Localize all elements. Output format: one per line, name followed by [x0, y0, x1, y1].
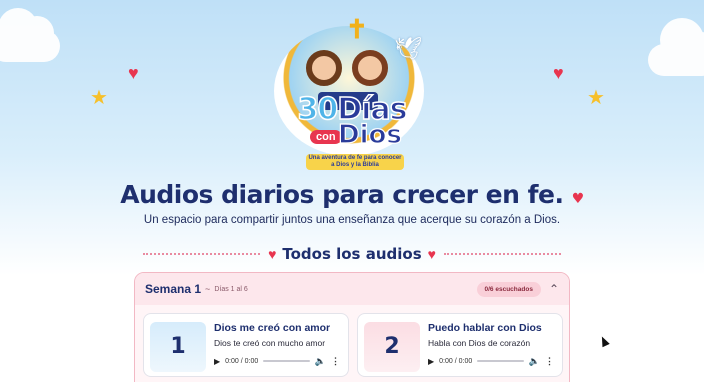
page-headline: Audios diarios para crecer en fe. ♥: [0, 180, 704, 209]
mouse-cursor: [598, 334, 610, 348]
week-panel: Semana 1 ~ Días 1 al 6 0/6 escuchados ⌃ …: [134, 272, 570, 382]
time-display: 0:00 / 0:00: [225, 357, 259, 365]
heart-icon: ♥: [427, 246, 436, 262]
play-icon[interactable]: ▶: [214, 357, 220, 366]
heart-icon: ♥: [268, 246, 277, 262]
day-number: 1: [170, 334, 186, 359]
logo-title-end: Dios: [337, 119, 402, 150]
play-icon[interactable]: ▶: [428, 357, 434, 366]
card-thumbnail: 1: [150, 322, 206, 372]
logo-number: 30: [297, 91, 339, 128]
cloud-left: [0, 8, 60, 62]
page-subtitle: Un espacio para compartir juntos una ens…: [143, 214, 561, 226]
divider: [143, 253, 261, 255]
heart-icon: ♥: [553, 63, 564, 83]
star-icon: ★: [587, 87, 605, 109]
seek-bar[interactable]: [263, 360, 310, 362]
logo-tagline: Una aventura de fe para conocer a Dios y…: [306, 154, 404, 170]
logo-connector: con: [310, 130, 342, 144]
section-title: Todos los audios: [282, 245, 422, 263]
more-icon[interactable]: ⋮: [331, 356, 340, 367]
more-icon[interactable]: ⋮: [545, 356, 554, 367]
section-header: ♥ Todos los audios ♥: [135, 243, 569, 265]
boy-illustration: [306, 50, 342, 86]
headline-text: Audios diarios para crecer en fe.: [120, 180, 564, 209]
audio-player[interactable]: ▶ 0:00 / 0:00 🔈 ⋮: [428, 352, 554, 370]
heart-icon: ♥: [128, 63, 139, 83]
cross-icon: ✝: [346, 14, 368, 44]
card-description: Dios te creó con mucho amor: [214, 338, 326, 348]
cloud-right: [648, 18, 704, 76]
week-days: Días 1 al 6: [214, 285, 248, 293]
chevron-up-icon[interactable]: ⌃: [549, 283, 559, 295]
week-separator: ~: [205, 284, 211, 294]
card-description: Habla con Dios de corazón: [428, 338, 531, 348]
day-number: 2: [384, 334, 400, 359]
card-title: Puedo hablar con Dios: [428, 322, 542, 334]
week-header[interactable]: Semana 1 ~ Días 1 al 6 0/6 escuchados ⌃: [135, 273, 569, 305]
seek-bar[interactable]: [477, 360, 524, 362]
audio-player[interactable]: ▶ 0:00 / 0:00 🔈 ⋮: [214, 352, 340, 370]
volume-icon[interactable]: 🔈: [315, 356, 326, 367]
app-logo: ✝ 🕊 30Días con Dios Una aventura de fe p…: [272, 12, 432, 172]
divider: [443, 253, 561, 255]
star-icon: ★: [90, 87, 108, 109]
progress-badge: 0/6 escuchados: [476, 281, 541, 297]
card-title: Dios me creó con amor: [214, 322, 331, 334]
audio-card[interactable]: 1 Dios me creó con amor Dios te creó con…: [143, 313, 349, 377]
audio-card[interactable]: 2 Puedo hablar con Dios Habla con Dios d…: [357, 313, 563, 377]
girl-illustration: [352, 50, 388, 86]
volume-icon[interactable]: 🔈: [529, 356, 540, 367]
time-display: 0:00 / 0:00: [439, 357, 473, 365]
heart-icon: ♥: [571, 191, 585, 207]
dove-icon: 🕊: [394, 36, 422, 61]
week-name: Semana 1: [145, 282, 202, 296]
card-thumbnail: 2: [364, 322, 420, 372]
